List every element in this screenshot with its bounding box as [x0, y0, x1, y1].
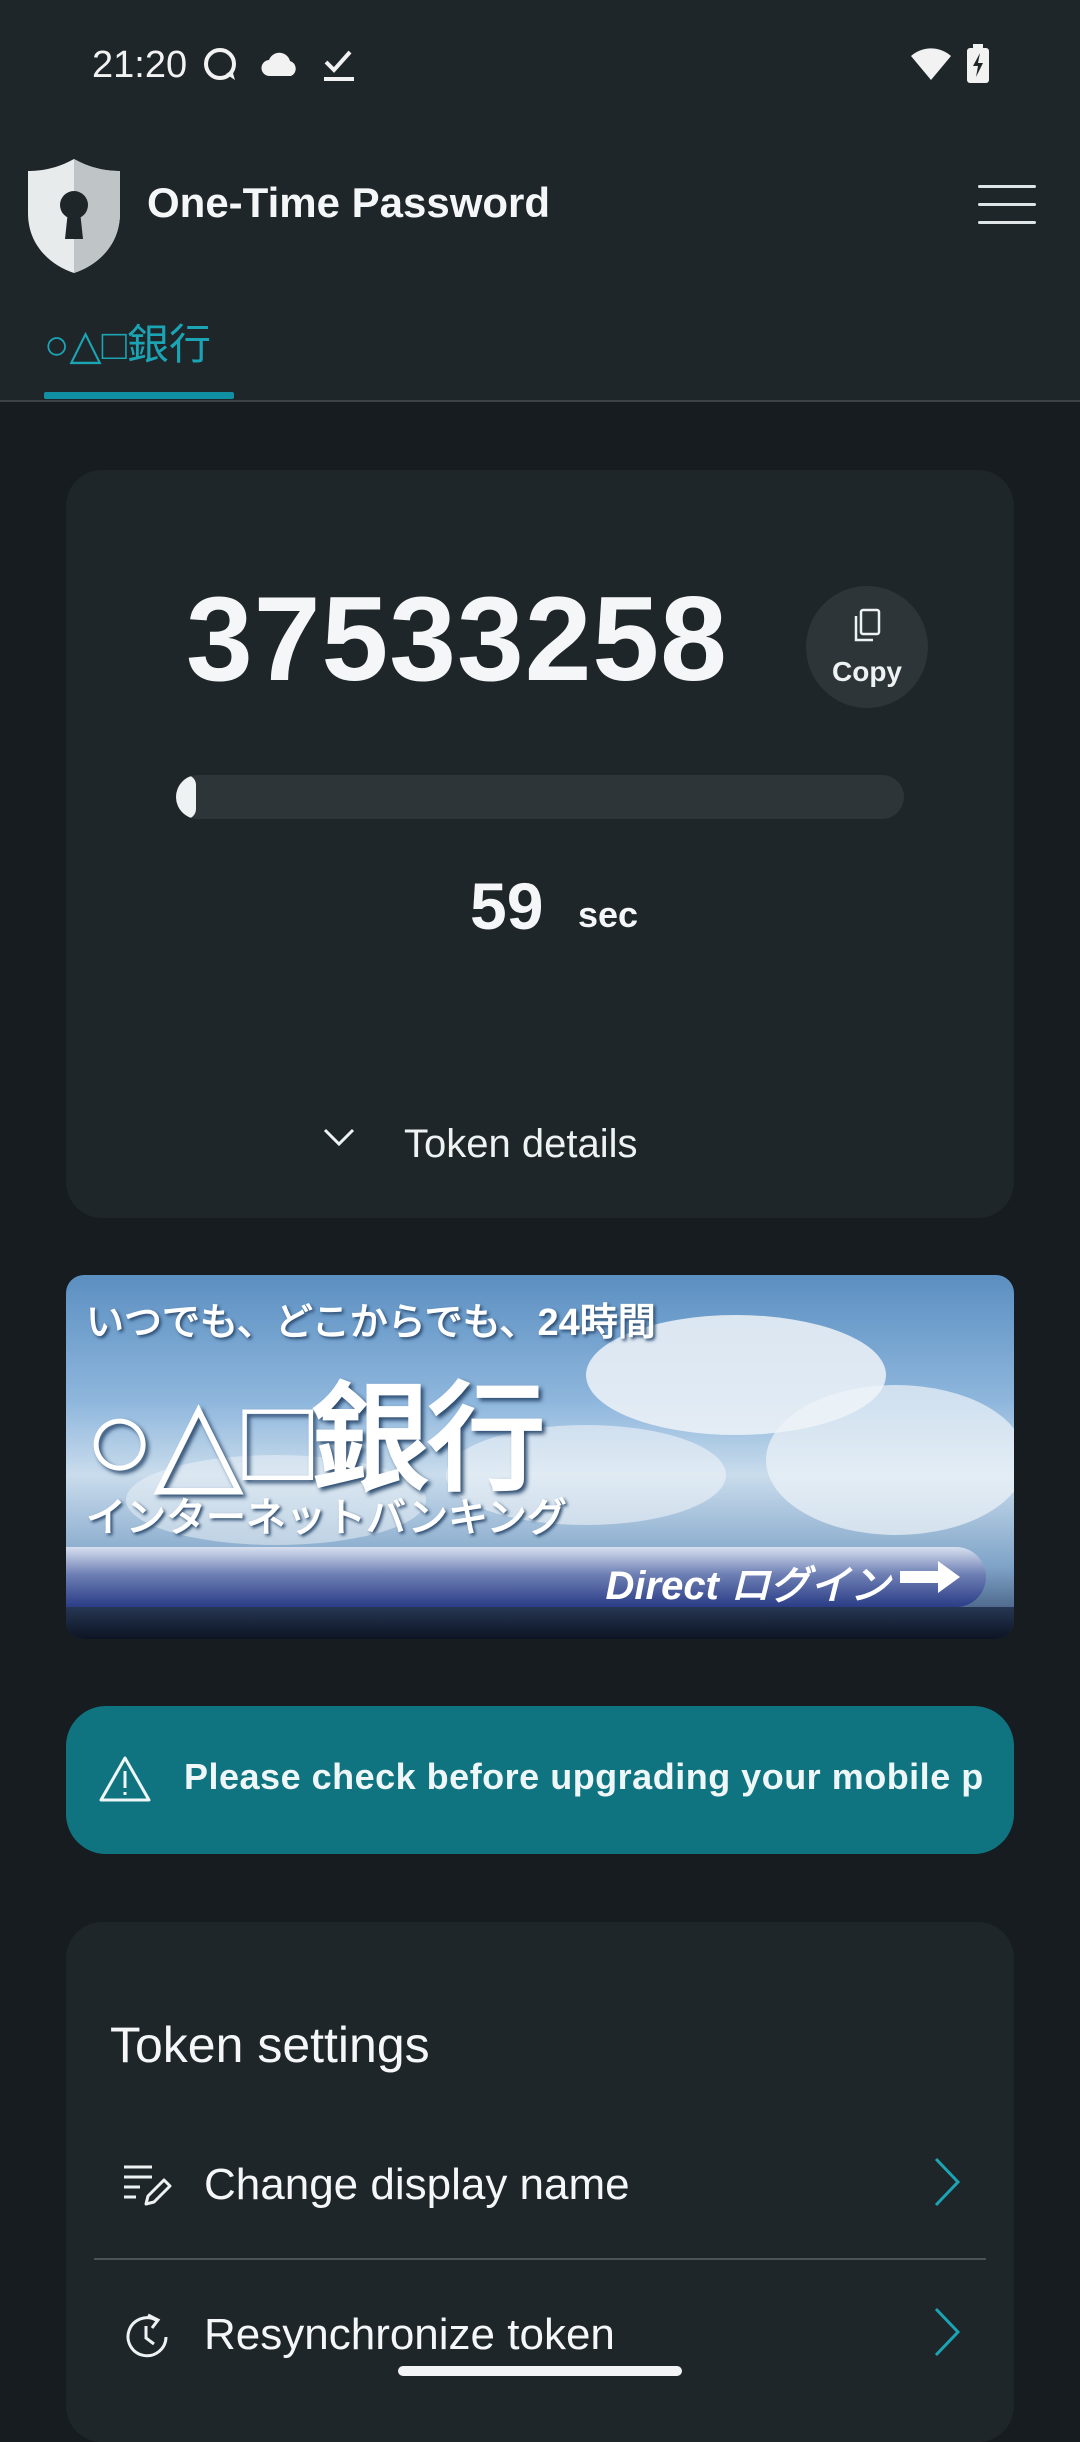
token-details-label: Token details	[404, 1122, 638, 1166]
cloud-decoration	[766, 1385, 1014, 1535]
upgrade-notice[interactable]: Please check before upgrading your mobil…	[66, 1706, 1014, 1854]
tab-indicator	[44, 392, 234, 399]
warning-triangle-icon	[99, 1756, 151, 1802]
status-time: 21:20	[92, 44, 188, 86]
tab-label: ○△□銀行	[44, 321, 212, 368]
app-header: One-Time Password ○△□銀行	[0, 135, 1080, 402]
chevron-down-icon	[323, 1128, 355, 1147]
clock-sync-icon	[126, 2313, 168, 2358]
menu-button[interactable]	[978, 183, 1036, 227]
sea-decoration	[66, 1607, 1014, 1639]
otp-card: 37533258 Copy 59 sec Token details	[66, 470, 1014, 1218]
bank-login-banner[interactable]: いつでも、どこからでも、24時間 ○△□銀行 インターネットバンキング Dire…	[66, 1275, 1014, 1639]
shield-keyhole-icon	[28, 159, 120, 273]
status-bar: 21:20	[0, 0, 1080, 135]
token-settings-title: Token settings	[110, 2017, 430, 2073]
token-settings-card: Token settings Change display name Resyn…	[66, 1922, 1014, 2442]
battery-charging-icon	[967, 44, 989, 83]
banner-subtitle: インターネットバンキング	[86, 1496, 567, 1540]
upgrade-notice-text: Please check before upgrading your mobil…	[184, 1756, 984, 1797]
direct-login-bar[interactable]: Direct ログイン	[66, 1547, 986, 1608]
home-indicator[interactable]	[398, 2366, 682, 2376]
resynchronize-token-label: Resynchronize token	[204, 2310, 615, 2359]
change-display-name-row[interactable]: Change display name	[94, 2110, 986, 2258]
banner-tagline: いつでも、どこからでも、24時間	[86, 1302, 656, 1344]
direct-login-label: Direct ログイン	[605, 1564, 891, 1608]
chevron-right-icon	[934, 2157, 961, 2207]
copy-icon	[854, 608, 881, 642]
task-check-icon	[324, 50, 354, 81]
cloud-icon	[261, 52, 296, 77]
copy-label: Copy	[832, 656, 902, 687]
arrow-right-icon	[900, 1561, 960, 1593]
wifi-icon	[911, 48, 951, 80]
tab-bank[interactable]: ○△□銀行	[44, 311, 234, 399]
message-icon	[204, 48, 236, 80]
otp-code: 37533258	[186, 572, 728, 706]
countdown-value: 59	[470, 869, 544, 943]
chevron-right-icon	[934, 2307, 961, 2357]
countdown-unit: sec	[578, 894, 639, 935]
change-display-name-label: Change display name	[204, 2160, 630, 2209]
list-edit-icon	[124, 2165, 172, 2206]
app-title: One-Time Password	[147, 179, 551, 226]
copy-button[interactable]: Copy	[806, 586, 928, 708]
resynchronize-token-row[interactable]: Resynchronize token	[94, 2260, 986, 2408]
token-details-toggle[interactable]: Token details	[322, 1110, 782, 1180]
countdown-progress-fill	[176, 775, 196, 819]
countdown-progress-bar	[176, 775, 904, 819]
